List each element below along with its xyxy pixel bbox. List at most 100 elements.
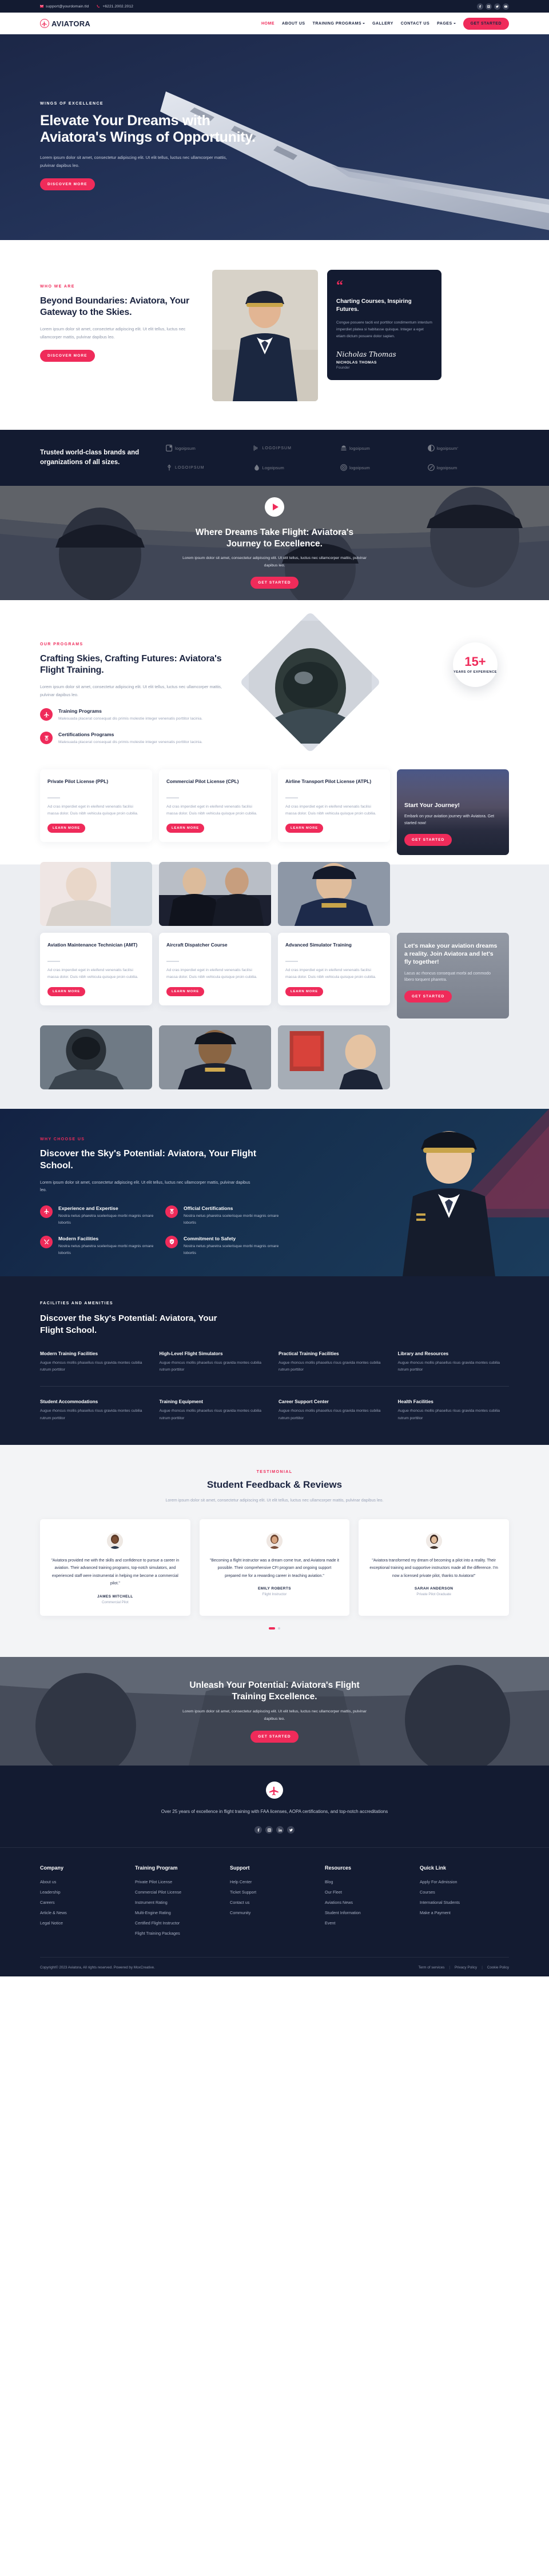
course-card[interactable]: Private Pilot License (PPL) Ad cras impe…: [40, 769, 152, 842]
course-card[interactable]: Aircraft Dispatcher Course Ad cras imper…: [159, 933, 271, 1005]
footer-column-support: Support Help Center Ticket Support Conta…: [230, 1865, 319, 1941]
testimonial-role: Flight Instructor: [262, 1592, 287, 1597]
testimonial-card: "Aviatora provided me with the skills an…: [40, 1519, 190, 1616]
site-logo[interactable]: AVIATORA: [40, 19, 90, 28]
footer-link[interactable]: Legal Notice: [40, 1920, 129, 1926]
separator: |: [482, 1966, 483, 1970]
hero-discover-more-button[interactable]: DISCOVER MORE: [40, 178, 95, 190]
nav-item-contact-us[interactable]: CONTACT US: [401, 22, 429, 26]
footer-link[interactable]: Our Fleet: [325, 1890, 414, 1895]
twitter-icon[interactable]: [494, 3, 500, 10]
brand-logo: logoipsum': [427, 445, 510, 452]
instagram-icon[interactable]: [265, 1826, 273, 1834]
brand-logo: logoipsum: [340, 445, 422, 452]
footer-link[interactable]: Leadership: [40, 1890, 129, 1895]
footer-link[interactable]: International Students: [420, 1900, 509, 1905]
footer-link[interactable]: Make a Payment: [420, 1910, 509, 1915]
carousel-dots[interactable]: [40, 1627, 509, 1630]
terms-link[interactable]: Term of services: [419, 1966, 445, 1970]
footer-link[interactable]: Aviations News: [325, 1900, 414, 1905]
facebook-icon[interactable]: [254, 1826, 262, 1834]
facility-title: Modern Training Facilities: [40, 1351, 98, 1356]
footer-link[interactable]: Community: [230, 1910, 319, 1915]
facility-item: Training Equipment Augue rhoncus mollis p…: [160, 1399, 271, 1422]
learn-more-button[interactable]: LEARN MORE: [166, 987, 204, 996]
course-card[interactable]: Airline Transport Pilot License (ATPL) A…: [278, 769, 390, 842]
footer-link[interactable]: Ticket Support: [230, 1890, 319, 1895]
footer-link[interactable]: Flight Training Packages: [135, 1931, 224, 1936]
carousel-dot[interactable]: [278, 1627, 280, 1630]
brand-logo-grid: logoipsum LOGOIPSUM logoipsum logoipsum'…: [166, 445, 509, 471]
play-video-button[interactable]: [265, 497, 284, 517]
promo-get-started-button[interactable]: GET STARTED: [404, 991, 452, 1003]
privacy-link[interactable]: Privacy Policy: [455, 1966, 477, 1970]
courses-grid-row-2: Aviation Maintenance Technician (AMT) Ad…: [40, 933, 509, 1019]
get-started-button[interactable]: GET STARTED: [463, 17, 509, 30]
why-eyebrow: WHY CHOOSE US: [40, 1137, 85, 1141]
learn-more-button[interactable]: LEARN MORE: [47, 823, 85, 833]
testimonial-quote: "Aviatora transformed my dream of becomi…: [369, 1558, 498, 1578]
footer-link[interactable]: Courses: [420, 1890, 509, 1895]
email-contact[interactable]: support@yourdomain.tld: [40, 5, 89, 9]
footer-link[interactable]: Article & News: [40, 1910, 129, 1915]
footer-link[interactable]: Blog: [325, 1879, 414, 1884]
footer-link[interactable]: Private Pilot License: [135, 1879, 224, 1884]
footer-link[interactable]: Careers: [40, 1900, 129, 1905]
promo-card-start-journey[interactable]: Start Your Journey! Embark on your aviat…: [397, 769, 509, 855]
footer-link[interactable]: About us: [40, 1879, 129, 1884]
brand-logo: logoipsum: [340, 464, 422, 471]
site-footer: Over 25 years of excellence in flight tr…: [0, 1765, 549, 1977]
video-get-started-button[interactable]: GET STARTED: [250, 577, 299, 589]
nav-item-training-programs[interactable]: TRAINING PROGRAMS: [313, 22, 365, 26]
footer-link[interactable]: Certified Flight Instructor: [135, 1920, 224, 1926]
youtube-icon[interactable]: [503, 3, 509, 10]
footer-link[interactable]: Multi-Engine Rating: [135, 1910, 224, 1915]
course-card[interactable]: Aviation Maintenance Technician (AMT) Ad…: [40, 933, 152, 1005]
nav-item-pages[interactable]: PAGES: [437, 22, 456, 26]
learn-more-button[interactable]: LEARN MORE: [47, 987, 85, 996]
promo-card-join-aviatora[interactable]: Let's make your aviation dreams a realit…: [397, 933, 509, 1019]
facility-title: Training Equipment: [159, 1399, 203, 1405]
footer-link[interactable]: Student Information: [325, 1910, 414, 1915]
phone-contact[interactable]: +6221.2002.2012: [97, 5, 133, 9]
instagram-icon[interactable]: [486, 3, 492, 10]
plane-icon: [40, 708, 53, 721]
cookie-link[interactable]: Cookie Policy: [487, 1966, 509, 1970]
promo-get-started-button[interactable]: GET STARTED: [404, 834, 452, 846]
footer-logo-icon[interactable]: [266, 1781, 283, 1799]
testimonial-card: "Becoming a flight instructor was a drea…: [199, 1519, 350, 1616]
programs-section: OUR PROGRAMS Crafting Skies, Crafting Fu…: [0, 600, 549, 769]
divider: [47, 961, 60, 962]
learn-more-button[interactable]: LEARN MORE: [285, 823, 323, 833]
facility-item: Health Facilities Augue rhoncus mollis ph…: [398, 1399, 510, 1422]
linkedin-icon[interactable]: [276, 1826, 284, 1834]
facility-title: High-Level Flight Simulators: [159, 1351, 223, 1356]
programs-title: Crafting Skies, Crafting Futures: Aviato…: [40, 654, 222, 676]
course-card[interactable]: Advanced Simulator Training Ad cras impe…: [278, 933, 390, 1005]
footer-link[interactable]: Instrument Rating: [135, 1900, 224, 1905]
footer-link[interactable]: Apply For Admission: [420, 1879, 509, 1884]
carousel-dot-active[interactable]: [269, 1627, 275, 1630]
footer-link[interactable]: Event: [325, 1920, 414, 1926]
feature-title: Commitment to Safety: [184, 1235, 236, 1241]
feature-text: Nostra netus pharetra scelerisque morbi …: [58, 1213, 154, 1225]
learn-more-button[interactable]: LEARN MORE: [166, 823, 204, 833]
twitter-icon[interactable]: [287, 1826, 295, 1834]
testimonial-role: Commercial Pilot: [101, 1600, 129, 1604]
learn-more-button[interactable]: LEARN MORE: [285, 987, 323, 996]
nav-item-gallery[interactable]: GALLERY: [372, 22, 393, 26]
course-card[interactable]: Commercial Pilot License (CPL) Ad cras i…: [159, 769, 271, 842]
testimonial-quote: "Becoming a flight instructor was a drea…: [209, 1558, 339, 1578]
programs-visual: 15+ YEARS OF EXPERIENCE: [239, 611, 509, 759]
cta-get-started-button[interactable]: GET STARTED: [250, 1730, 299, 1743]
footer-link[interactable]: Contact us: [230, 1900, 319, 1905]
facility-text: Augue rhoncus mollis phasellus risus gra…: [397, 1409, 500, 1420]
testimonials-eyebrow: TESTIMONIAL: [256, 1470, 293, 1475]
nav-item-home[interactable]: HOME: [261, 22, 274, 26]
footer-link[interactable]: Commercial Pilot License: [135, 1890, 224, 1895]
nav-item-about-us[interactable]: ABOUT US: [282, 22, 305, 26]
footer-link[interactable]: Help Center: [230, 1879, 319, 1884]
about-discover-more-button[interactable]: DISCOVER MORE: [40, 350, 95, 362]
testimonials-title: Student Feedback & Reviews: [206, 1479, 343, 1491]
facebook-icon[interactable]: [477, 3, 483, 10]
